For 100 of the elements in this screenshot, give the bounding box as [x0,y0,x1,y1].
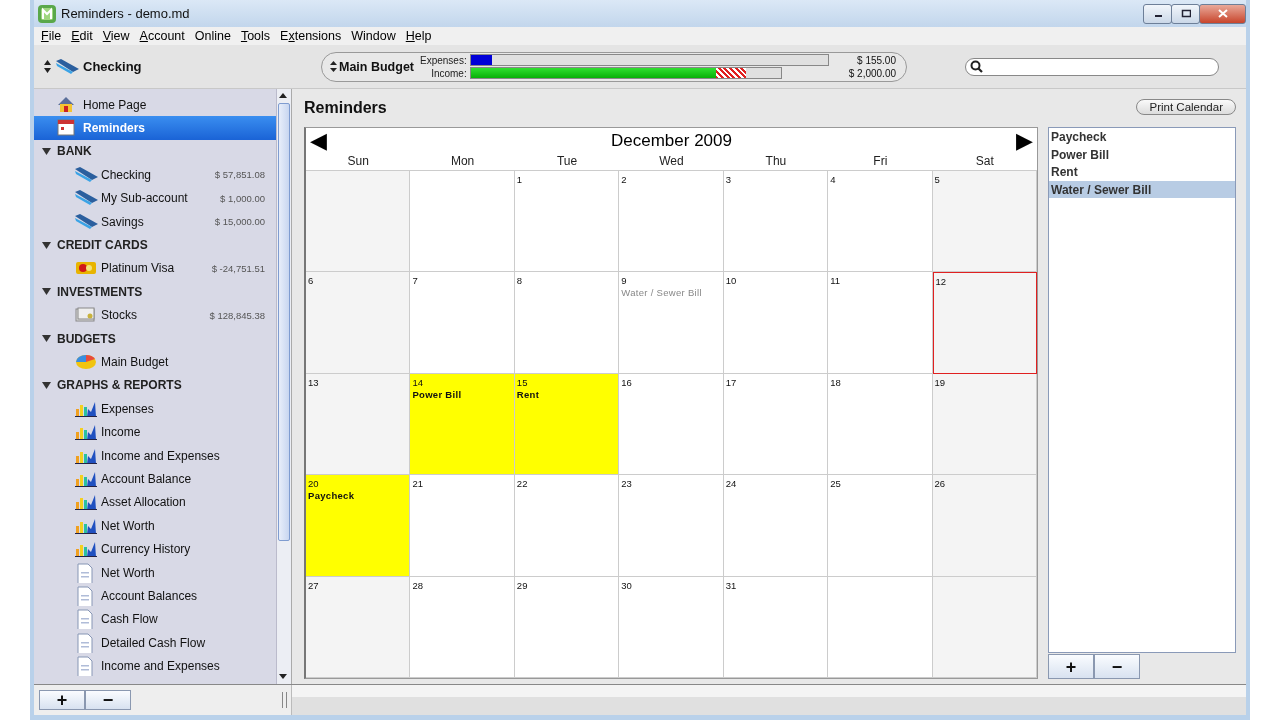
sidebar-item[interactable]: Income and Expenses [34,654,277,678]
next-month-button[interactable]: ▶ [1016,130,1033,152]
sidebar-item[interactable]: Income [34,420,277,444]
section-header[interactable]: GRAPHS & REPORTS [34,373,277,398]
sidebar-item[interactable]: Home Page [34,93,277,117]
sidebar-item[interactable]: My Sub-account $ 1,000.00 [34,186,277,210]
day-cell[interactable]: 15 Rent [514,373,620,476]
day-cell[interactable]: 31 [723,576,829,678]
account-balance: $ -24,751.51 [211,262,266,274]
close-button[interactable] [1199,3,1246,24]
day-number: 2 [621,174,627,185]
item-label: Main Budget [101,355,169,369]
day-cell[interactable]: 22 [514,475,620,577]
sidebar-item[interactable]: Account Balances [34,584,277,608]
menu-item[interactable]: Tools [235,29,276,43]
item-label: Net Worth [101,518,155,533]
day-cell[interactable]: 5 [932,171,1037,273]
day-cell[interactable]: 8 [514,272,620,374]
sidebar-item[interactable]: Income and Expenses [34,443,277,468]
sidebar-item[interactable]: Savings $ 15,000.00 [34,209,277,234]
weekday-label: Sun [346,154,370,170]
day-cell[interactable]: 7 [410,272,515,374]
day-cell[interactable]: 18 [828,373,933,476]
sidebar-item[interactable]: Main Budget [34,350,277,374]
sidebar-item[interactable]: Net Worth [34,560,277,585]
reminder-list-item[interactable]: Power Bill [1049,145,1235,163]
day-cell[interactable]: 29 [514,576,620,678]
day-cell[interactable]: 24 [723,475,829,577]
item-label: Currency History [101,542,191,557]
sidebar-item[interactable]: Expenses [34,397,277,421]
day-cell[interactable]: 13 [306,373,411,476]
day-cell[interactable]: 12 [932,272,1037,374]
day-number: 17 [725,376,737,388]
sidebar-item[interactable]: Currency History [34,537,277,561]
account-selector[interactable]: Checking [34,56,308,77]
menu-item[interactable]: Online [189,29,236,43]
sidebar-item[interactable]: Account Balance [34,467,277,491]
reminder-list-item[interactable]: Paycheck [1049,128,1235,146]
window-title: Reminders - demo.md [61,6,190,21]
scrollbar[interactable] [276,89,291,684]
day-cell[interactable]: 20 Paycheck [306,475,411,577]
day-cell[interactable]: 30 [619,576,724,678]
sidebar-item[interactable]: Stocks $ 128,845.38 [34,303,277,327]
day-cell[interactable]: 19 [932,373,1037,476]
sidebar-item[interactable]: Asset Allocation [34,490,277,515]
day-cell[interactable]: 25 [828,475,933,577]
sidebar-item[interactable]: Net Worth [34,514,277,538]
section-header[interactable]: INVESTMENTS [34,280,277,304]
sidebar-item[interactable]: Cash Flow [34,607,277,631]
menu-item[interactable]: View [97,29,135,43]
previous-month-button[interactable]: ◀ [310,130,327,152]
day-cell[interactable]: 26 [932,475,1037,577]
remove-item-button[interactable]: − [85,690,131,710]
sidebar-item[interactable]: Detailed Cash Flow [34,631,277,655]
day-cell[interactable]: 21 [410,475,515,577]
day-cell[interactable]: 28 [410,576,515,678]
day-number: 5 [934,174,940,185]
sidebar-item[interactable]: Checking $ 57,851.08 [34,163,277,187]
menu-item[interactable]: Help [400,29,437,43]
add-reminder-button[interactable]: + [1048,654,1094,679]
day-cell[interactable]: 14 Power Bill [410,373,515,476]
menu-item[interactable]: Extensions [275,29,347,43]
maximize-button[interactable] [1171,3,1200,24]
menu-item[interactable]: Edit [66,29,98,43]
reminder-list-item[interactable]: Water / Sewer Bill [1049,180,1235,198]
menu-item[interactable]: File [36,29,67,43]
minimize-button[interactable] [1143,3,1172,24]
account-balance: $ 128,845.38 [209,309,266,321]
day-cell[interactable]: 27 [306,576,411,678]
search-field[interactable] [965,57,1219,76]
budget-selector[interactable]: Main Budget [330,59,414,74]
day-cell[interactable]: 4 [828,171,933,273]
section-header[interactable]: CREDIT CARDS [34,233,277,257]
sidebar-item[interactable]: Platinum Visa $ -24,751.51 [34,256,277,281]
section-header[interactable]: BANK [34,139,277,164]
menu-item[interactable]: Account [134,29,190,43]
sidebar-item[interactable]: Reminders [34,116,277,140]
day-cell[interactable]: 11 [828,272,933,374]
item-label: Account Balance [101,471,192,486]
weekday-label: Tue [555,154,579,170]
day-cell[interactable]: 23 [619,475,724,577]
day-cell[interactable]: 2 [619,171,724,273]
day-cell[interactable]: 3 [723,171,829,273]
menu-item[interactable]: Window [346,29,401,43]
day-cell[interactable]: 9 Water / Sewer Bill [619,272,724,374]
item-label: Income and Expenses [101,659,220,674]
remove-reminder-button[interactable]: − [1094,654,1140,679]
day-cell[interactable]: 17 [723,373,829,476]
reminder-list-item[interactable]: Rent [1049,163,1235,181]
add-item-button[interactable]: + [39,690,85,710]
day-cell[interactable]: 10 [723,272,829,374]
day-cell[interactable]: 1 [514,171,620,273]
day-cell[interactable]: 6 [306,272,411,374]
reminder-label: Water / Sewer Bill [621,287,703,299]
day-cell[interactable]: 16 [619,373,724,476]
weekday-label: Sat [974,154,995,170]
print-calendar-button[interactable]: Print Calendar [1136,98,1236,115]
section-header[interactable]: BUDGETS [34,326,277,351]
day-number: 21 [412,478,423,490]
month-title: December 2009 [611,131,732,151]
